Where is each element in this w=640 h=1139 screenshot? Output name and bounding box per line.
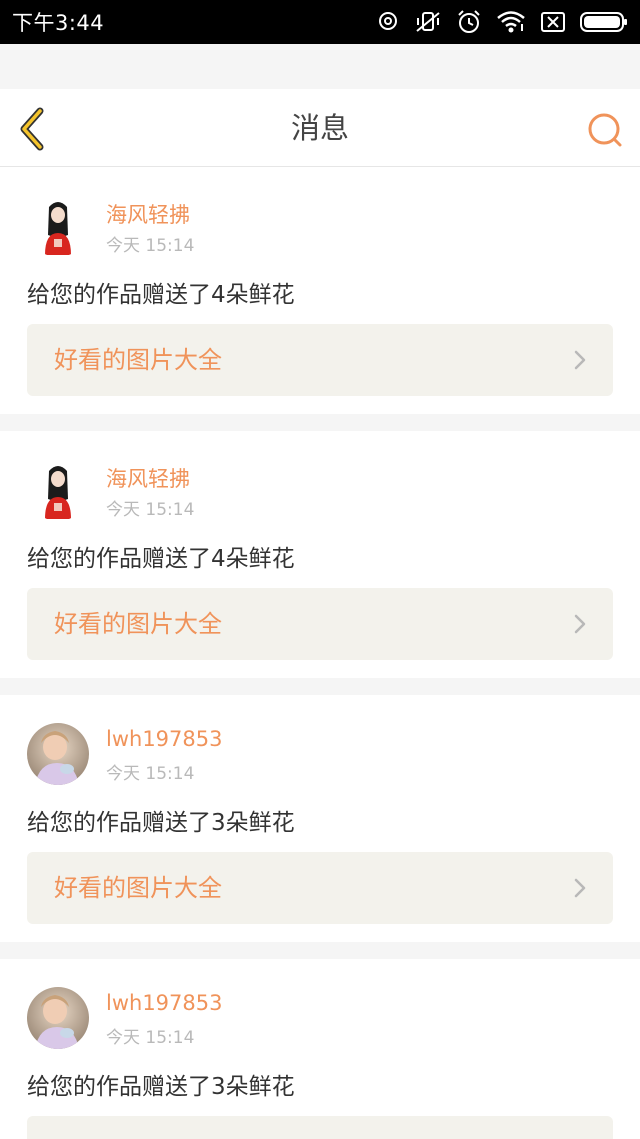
status-icons (376, 9, 628, 35)
page-title: 消息 (290, 111, 349, 145)
sender-name[interactable]: 海风轻拂 (106, 463, 190, 493)
work-link-label: 好看的图片大全 (54, 346, 222, 374)
message-card: lwh197853 今天 15:14 给您的作品赠送了3朵鲜花 (0, 959, 640, 1139)
message-text: 给您的作品赠送了3朵鲜花 (27, 810, 295, 836)
sender-name[interactable]: 海风轻拂 (106, 199, 190, 229)
message-card: lwh197853 今天 15:14 给您的作品赠送了3朵鲜花 好看的图片大全 (0, 695, 640, 942)
status-time: 下午3:44 (12, 11, 105, 35)
chevron-right-icon (573, 877, 587, 899)
message-time: 今天 15:14 (106, 236, 195, 256)
work-link[interactable]: 好看的图片大全 (27, 852, 613, 924)
avatar[interactable] (27, 195, 89, 257)
qq-icon (376, 10, 400, 34)
wifi-icon (496, 10, 526, 34)
message-text: 给您的作品赠送了3朵鲜花 (27, 1074, 295, 1100)
sender-name[interactable]: lwh197853 (106, 991, 222, 1015)
status-bar: 下午3:44 (0, 0, 640, 44)
alarm-icon (456, 9, 482, 35)
sim-off-icon (540, 11, 566, 33)
mute-icon (414, 10, 442, 34)
navigation-bar: 消息 (0, 89, 640, 167)
work-link-label: 好看的图片大全 (54, 874, 222, 902)
message-time: 今天 15:14 (106, 1028, 195, 1048)
chevron-right-icon (573, 613, 587, 635)
message-card: 海风轻拂 今天 15:14 给您的作品赠送了4朵鲜花 好看的图片大全 (0, 431, 640, 678)
battery-icon (580, 12, 628, 32)
avatar[interactable] (27, 723, 89, 785)
message-text: 给您的作品赠送了4朵鲜花 (27, 546, 295, 572)
chevron-right-icon (573, 349, 587, 371)
work-link[interactable]: 好看的图片大全 (27, 588, 613, 660)
message-time: 今天 15:14 (106, 500, 195, 520)
sender-name[interactable]: lwh197853 (106, 727, 222, 751)
work-link[interactable]: 好看的图片大全 (27, 324, 613, 396)
work-link[interactable] (27, 1116, 613, 1139)
message-text: 给您的作品赠送了4朵鲜花 (27, 282, 295, 308)
search-icon (586, 113, 624, 153)
message-time: 今天 15:14 (106, 764, 195, 784)
search-button[interactable] (586, 111, 624, 149)
avatar[interactable] (27, 987, 89, 1049)
message-card: 海风轻拂 今天 15:14 给您的作品赠送了4朵鲜花 好看的图片大全 (0, 167, 640, 414)
avatar[interactable] (27, 459, 89, 521)
work-link-label: 好看的图片大全 (54, 610, 222, 638)
top-spacer (0, 44, 640, 89)
